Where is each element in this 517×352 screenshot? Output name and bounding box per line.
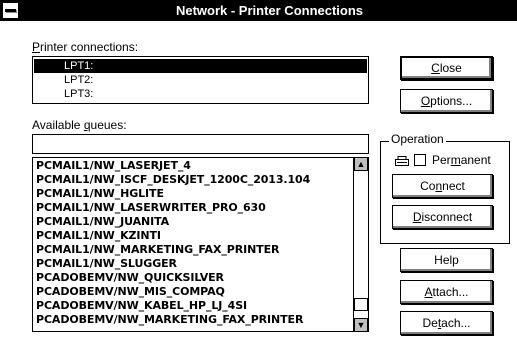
close-button[interactable]: Close [400,56,493,80]
list-item[interactable]: PCMAIL1/NW_JUANITA [36,215,354,228]
title-bar[interactable]: Network - Printer Connections [0,0,517,21]
attach-button[interactable]: Attach... [400,280,493,304]
window-title: Network - Printer Connections [175,3,364,18]
list-item[interactable]: PCMAIL1/NW_LASERWRITER_PRO_630 [36,201,354,214]
list-item-lpt3[interactable]: LPT3: [34,87,367,101]
system-menu-icon[interactable] [2,2,19,19]
list-item[interactable]: PCMAIL1/NW_LASERJET_4 [36,159,354,172]
available-queues-list[interactable]: PCMAIL1/NW_LASERJET_4 PCMAIL1/NW_ISCF_DE… [32,157,369,332]
scroll-thumb[interactable] [354,298,368,311]
printer-connections-dialog: Network - Printer Connections Printer co… [0,0,517,352]
help-button[interactable]: Help [400,248,493,272]
permanent-label[interactable]: Permanent [432,153,491,167]
list-item[interactable]: PCADOBEMV/NW_MARKETING_FAX_PRINTER [36,313,354,326]
printer-connections-list[interactable]: LPT1: LPT2: LPT3: [32,56,369,104]
list-item[interactable]: PCMAIL1/NW_KZINTI [36,229,354,242]
queue-input[interactable] [32,134,369,154]
connect-button[interactable]: Connect [392,174,493,198]
list-item[interactable]: PCMAIL1/NW_SLUGGER [36,257,354,270]
disconnect-button[interactable]: Disconnect [392,205,493,229]
detach-button[interactable]: Detach... [400,311,493,335]
available-queues-label: Available queues: [32,118,127,132]
list-item[interactable]: PCMAIL1/NW_MARKETING_FAX_PRINTER [36,243,354,256]
queues-scrollbar[interactable]: ▲ ▼ [353,158,368,331]
list-item-lpt2[interactable]: LPT2: [34,73,367,87]
permanent-checkbox[interactable] [414,154,426,166]
list-item[interactable]: PCMAIL1/NW_HGLITE [36,187,354,200]
list-item-lpt1[interactable]: LPT1: [34,59,367,73]
scroll-down-arrow-icon[interactable]: ▼ [354,318,368,331]
options-button[interactable]: Options... [400,89,493,113]
list-item[interactable]: PCADOBEMV/NW_MIS_COMPAQ [36,285,354,298]
scroll-up-arrow-icon[interactable]: ▲ [354,158,368,171]
list-item[interactable]: PCADOBEMV/NW_QUICKSILVER [36,271,354,284]
printer-icon [395,156,409,166]
list-item[interactable]: PCADOBEMV/NW_KABEL_HP_LJ_4SI [36,299,354,312]
operation-label: Operation [389,132,446,146]
printer-connections-label: Printer connections: [32,40,139,54]
list-item[interactable]: PCMAIL1/NW_ISCF_DESKJET_1200C_2013.104 [36,173,354,186]
